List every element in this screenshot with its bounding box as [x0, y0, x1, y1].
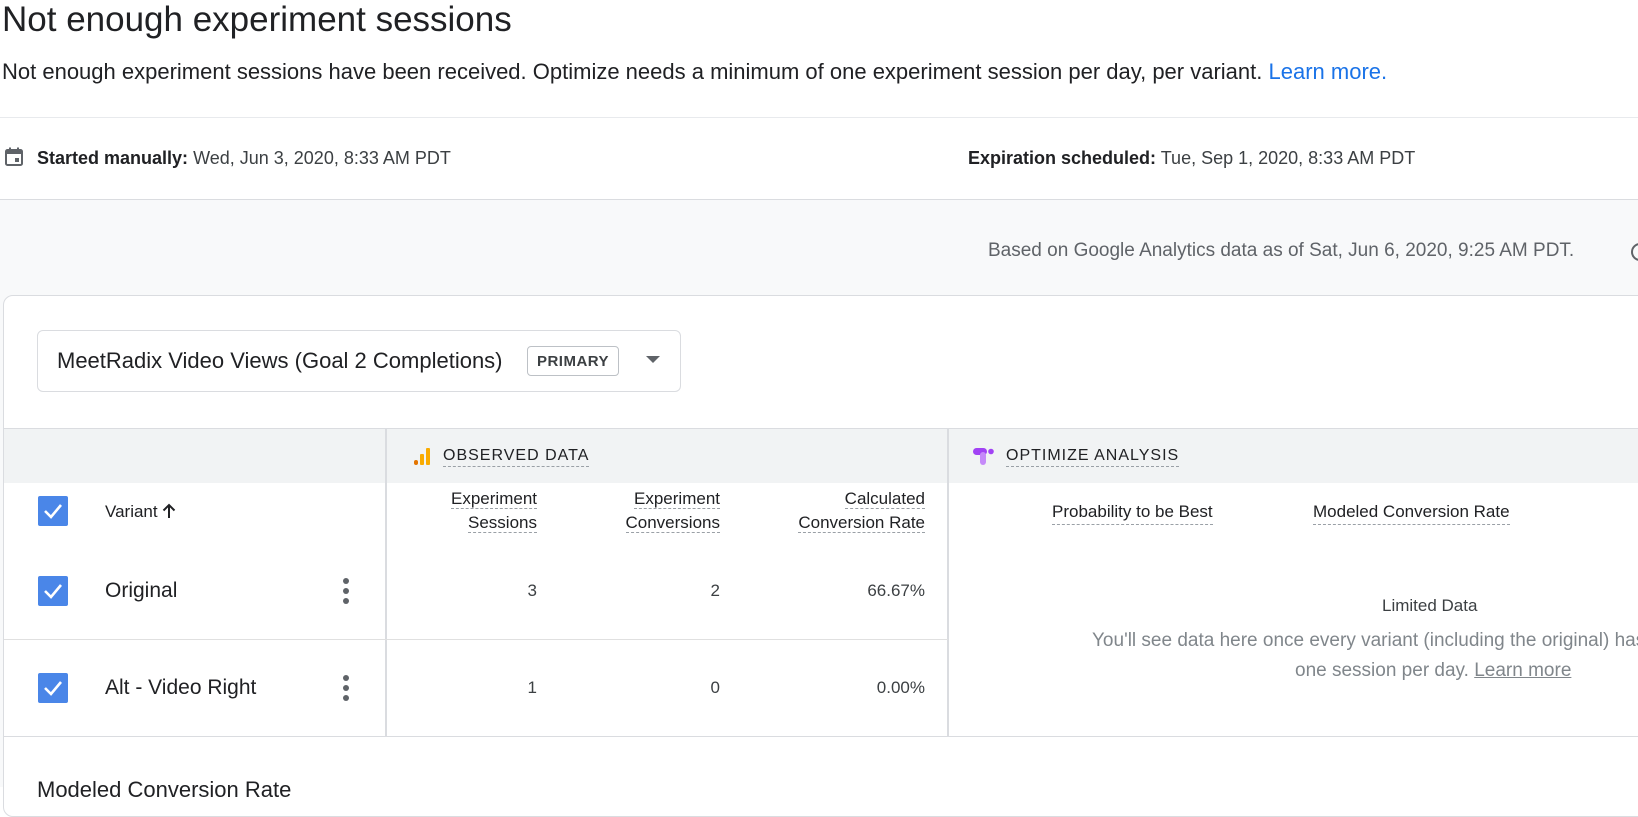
primary-badge: PRIMARY — [527, 346, 619, 376]
divider — [0, 117, 1638, 118]
sessions-header-line2: Sessions — [468, 513, 537, 533]
variant-name: Original — [105, 579, 178, 602]
learn-more-link[interactable]: Learn more. — [1269, 59, 1388, 84]
expiration-info: Expiration scheduled: Tue, Sep 1, 2020, … — [968, 146, 1415, 170]
conversions-header-line2: Conversions — [625, 513, 720, 533]
more-options-icon[interactable] — [341, 673, 351, 703]
rate-header-line1: Calculated — [844, 489, 925, 509]
page-title: Not enough experiment sessions — [2, 0, 512, 39]
conversions-column-header[interactable]: Experiment Conversions — [625, 487, 720, 535]
rate-cell: 66.67% — [867, 581, 925, 600]
conversions-header-line1: Experiment — [634, 489, 720, 509]
modeled-rate-section-title: Modeled Conversion Rate — [37, 777, 292, 802]
column-divider — [385, 429, 387, 737]
checkmark-icon — [44, 584, 62, 599]
started-info: Started manually: Wed, Jun 3, 2020, 8:33… — [37, 146, 451, 170]
optimize-icon — [973, 448, 994, 465]
optimize-analysis-heading[interactable]: OPTIMIZE ANALYSIS — [1006, 446, 1180, 467]
sessions-cell: 1 — [527, 678, 537, 697]
row-divider — [4, 639, 948, 640]
started-label: Started manually: — [37, 148, 189, 168]
table-section-header — [4, 429, 1638, 483]
table-border — [4, 736, 1638, 737]
learn-more-link[interactable]: Learn more — [1474, 660, 1571, 681]
calendar-icon — [5, 147, 23, 166]
data-freshness-note: Based on Google Analytics data as of Sat… — [988, 240, 1575, 261]
limited-data-text: one session per day. — [1295, 660, 1469, 681]
variant-name: Alt - Video Right — [105, 676, 257, 699]
objective-label: MeetRadix Video Views (Goal 2 Completion… — [57, 348, 503, 373]
sessions-header-line1: Experiment — [451, 489, 537, 509]
limited-data-title: Limited Data — [1382, 596, 1478, 615]
expiration-label: Expiration scheduled: — [968, 148, 1157, 168]
more-options-icon[interactable] — [341, 576, 351, 606]
sessions-cell: 3 — [527, 581, 537, 600]
variant-checkbox[interactable] — [38, 673, 68, 703]
conversions-cell: 0 — [710, 678, 720, 697]
limited-data-line1: You'll see data here once every variant … — [1092, 630, 1638, 651]
warning-text: Not enough experiment sessions have been… — [2, 59, 1263, 84]
variant-header-label: Variant — [105, 502, 158, 521]
checkmark-icon — [44, 681, 62, 696]
column-divider — [947, 429, 949, 737]
limited-data-line2: one session per day. Learn more — [1295, 656, 1571, 686]
started-value: Wed, Jun 3, 2020, 8:33 AM PDT — [193, 148, 451, 168]
checkmark-icon — [44, 504, 62, 519]
modeled-rate-header[interactable]: Modeled Conversion Rate — [1313, 500, 1510, 525]
sessions-column-header[interactable]: Experiment Sessions — [451, 487, 537, 535]
rate-header-line2: Conversion Rate — [798, 513, 925, 533]
rate-column-header[interactable]: Calculated Conversion Rate — [798, 487, 925, 535]
rate-cell: 0.00% — [876, 678, 925, 697]
expiration-value: Tue, Sep 1, 2020, 8:33 AM PDT — [1160, 148, 1416, 168]
warning-message: Not enough experiment sessions have been… — [2, 58, 1387, 86]
conversions-cell: 2 — [710, 581, 720, 600]
probability-best-header[interactable]: Probability to be Best — [1052, 500, 1213, 525]
dropdown-arrow-icon[interactable] — [646, 356, 660, 363]
analytics-icon — [414, 448, 430, 465]
observed-data-heading[interactable]: OBSERVED DATA — [443, 446, 590, 467]
select-all-checkbox[interactable] — [38, 496, 68, 526]
variant-column-header[interactable]: Variant — [105, 500, 176, 524]
variant-checkbox[interactable] — [38, 576, 68, 606]
arrow-up-icon — [163, 503, 176, 518]
